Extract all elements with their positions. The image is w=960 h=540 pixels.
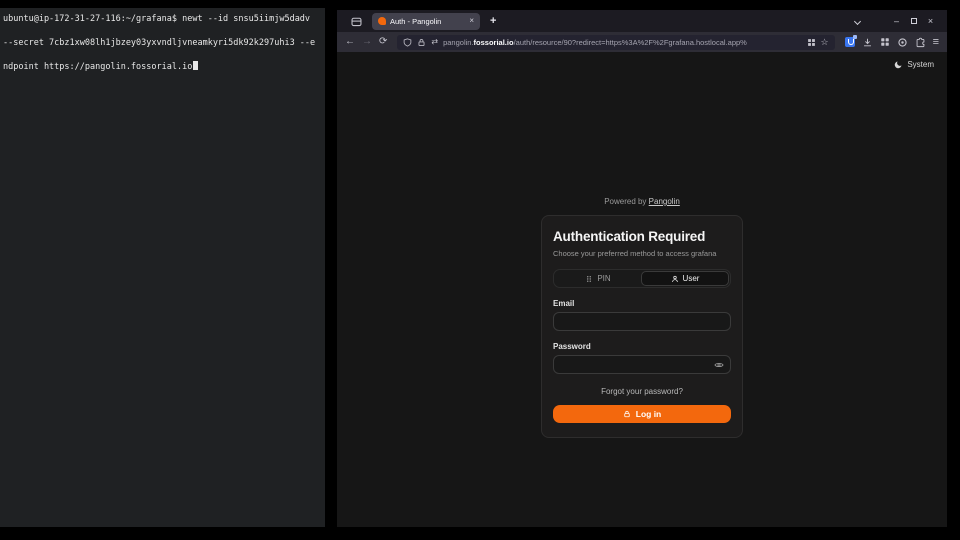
auth-container: Powered by Pangolin Authentication Requi… [337,197,947,438]
url-text: pangolin.fossorial.io/auth/resource/90?r… [443,38,801,47]
new-tab-button[interactable]: + [490,15,496,27]
pangolin-favicon-icon [378,17,386,25]
user-icon [671,275,679,283]
back-icon[interactable]: ← [345,37,355,47]
maximize-button[interactable] [905,16,922,26]
tab-close-icon[interactable]: × [469,17,474,25]
powered-by: Powered by Pangolin [604,197,680,206]
container-swap-icon[interactable]: ⇄ [431,37,438,47]
moon-icon [894,60,903,69]
theme-toggle[interactable]: System [894,60,934,69]
terminal-line: ubuntu@ip-172-31-27-116:~/grafana$ newt … [3,14,310,24]
email-label: Email [553,299,731,308]
reload-icon[interactable]: ⟳ [379,37,387,47]
lock-icon[interactable] [417,38,426,47]
terminal-line: ndpoint https://pangolin.fossorial.io [3,62,192,72]
record-circle-icon[interactable] [897,37,908,48]
terminal-line: --secret 7cbz1xw08lh1jbzey03yxvndljvneam… [3,38,315,48]
tab-title: Auth - Pangolin [390,17,465,26]
tab-list-chevron-icon[interactable] [854,17,861,24]
browser-window: Auth - Pangolin × + – × ← → ⟳ [337,10,947,527]
dialpad-icon [585,275,593,283]
email-input[interactable] [560,317,724,326]
apps-grid-icon[interactable] [880,37,890,47]
close-button[interactable]: × [922,16,939,26]
url-domain: fossorial.io [474,38,514,47]
url-bar[interactable]: ⇄ pangolin.fossorial.io/auth/resource/90… [397,35,834,50]
password-input[interactable] [560,360,714,369]
browser-tab-bar: Auth - Pangolin × + – × [337,10,947,32]
auth-method-tabs: PIN User [553,269,731,288]
extensions-puzzle-icon[interactable] [915,37,926,48]
downloads-icon[interactable] [862,37,873,48]
extension-blue-icon[interactable] [845,37,855,47]
page-action-grid-icon[interactable] [807,38,816,47]
terminal-window[interactable]: ubuntu@ip-172-31-27-116:~/grafana$ newt … [0,8,325,527]
tab-user[interactable]: User [641,271,729,286]
url-path: /auth/resource/90?redirect=https%3A%2F%2… [514,38,747,47]
card-subtitle: Choose your preferred method to access g… [553,249,731,258]
pangolin-link[interactable]: Pangolin [649,197,680,206]
browser-tab-active[interactable]: Auth - Pangolin × [372,13,480,30]
tab-pin[interactable]: PIN [555,271,641,286]
bookmark-star-icon[interactable]: ☆ [821,37,829,47]
terminal-cursor [193,61,198,70]
auth-page: System Powered by Pangolin Authenticatio… [337,52,947,527]
password-field-wrap [553,355,731,374]
url-prefix: pangolin. [443,38,473,47]
forgot-password-link[interactable]: Forgot your password? [553,387,731,396]
tracking-protection-shield-icon[interactable] [403,38,412,47]
browser-nav-bar: ← → ⟳ ⇄ pangolin.fossorial.io/auth/resou… [337,32,947,52]
password-label: Password [553,342,731,351]
show-password-eye-icon[interactable] [714,360,724,370]
minimize-button[interactable]: – [888,16,905,26]
firefox-view-icon[interactable] [350,15,363,28]
auth-card: Authentication Required Choose your pref… [541,215,743,438]
login-button[interactable]: Log in [553,405,731,423]
email-field-wrap [553,312,731,331]
hamburger-menu-icon[interactable]: ≡ [933,37,939,47]
lock-icon [623,410,631,418]
tabbar-right-controls: – × [855,16,947,26]
theme-label: System [907,60,934,69]
card-title: Authentication Required [553,229,731,244]
forward-icon[interactable]: → [362,37,372,47]
